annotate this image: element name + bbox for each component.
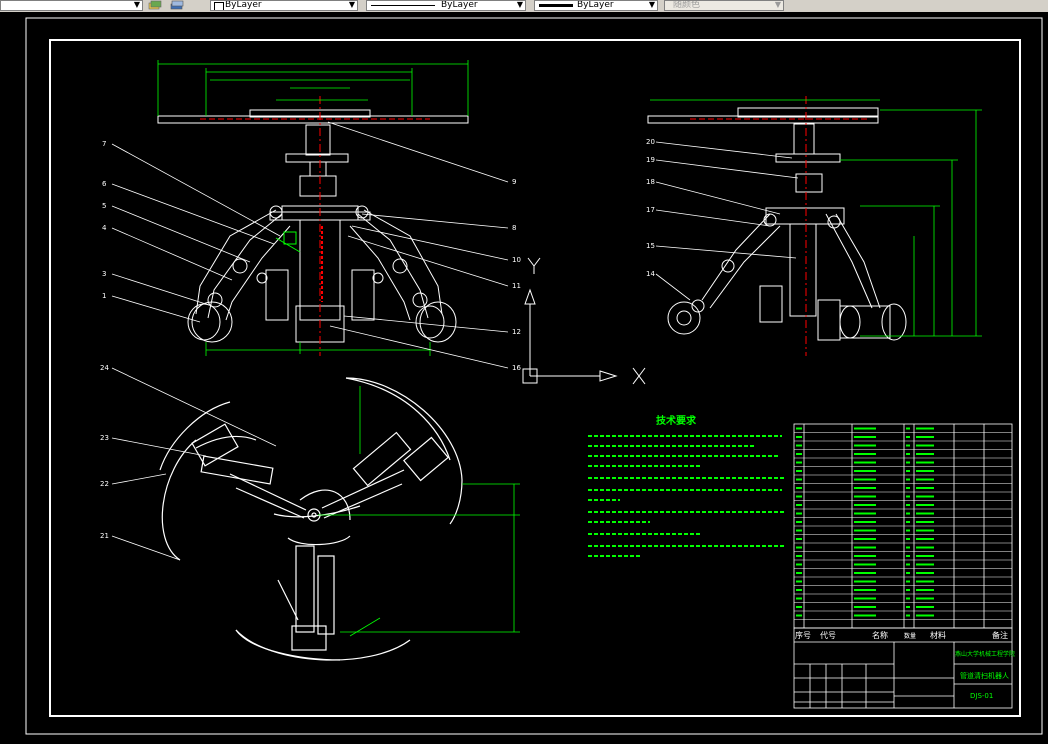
plotstyle-combo[interactable]: 随颜色 ▼: [664, 0, 784, 11]
front-view-dimensions: [157, 60, 469, 356]
parts-list-text: [796, 427, 934, 617]
chevron-down-icon: ▼: [774, 0, 781, 9]
callout-number: 14: [646, 270, 655, 278]
callout-number: 4: [102, 224, 107, 232]
callout-number: 16: [512, 364, 521, 372]
header-material: 材料: [930, 630, 946, 640]
callout-number: 24: [100, 364, 109, 372]
layer-previous-icon[interactable]: [170, 0, 184, 11]
chevron-down-icon: ▼: [516, 0, 523, 9]
chevron-down-icon: ▼: [348, 0, 355, 9]
drawing-canvas[interactable]: X Y 技术要求 序号 代号 名称 数量 材料 备注 燕山大学机械工程学院 管道…: [0, 12, 1048, 740]
callout-number: 3: [102, 270, 106, 278]
linetype-combo-value: ByLayer: [441, 0, 478, 10]
callout-number: 7: [102, 140, 106, 148]
school-name: 燕山大学机械工程学院: [955, 650, 1015, 658]
ucs-icon: [522, 257, 646, 385]
callout-number: 21: [100, 532, 109, 540]
lineweight-sample-icon: [539, 4, 573, 7]
callout-marks: 765431981011121620191817151424232221: [100, 138, 655, 540]
title-block-headers: 序号 代号 名称 数量 材料 备注: [795, 630, 1008, 640]
callout-number: 20: [646, 138, 655, 146]
callout-number: 8: [512, 224, 516, 232]
callout-number: 15: [646, 242, 655, 250]
callout-number: 19: [646, 156, 655, 164]
plotstyle-combo-value: 随颜色: [673, 0, 701, 10]
ucs-y-label: Y: [543, 265, 550, 275]
callout-number: 22: [100, 480, 109, 488]
front-view-leaders: [111, 121, 509, 369]
ucs-x-label: X: [652, 375, 658, 385]
top-view[interactable]: [159, 377, 463, 661]
callout-number: 9: [512, 178, 516, 186]
linetype-combo[interactable]: ByLayer ▼: [366, 0, 526, 11]
callout-number: 10: [512, 256, 521, 264]
header-code: 代号: [820, 630, 836, 640]
callout-number: 11: [512, 282, 521, 290]
chevron-down-icon: ▼: [133, 0, 140, 9]
drawing-svg: X Y 技术要求 序号 代号 名称 数量 材料 备注 燕山大学机械工程学院 管道…: [25, 17, 1043, 735]
color-combo[interactable]: ByLayer ▼: [210, 0, 358, 11]
header-seq: 序号: [795, 630, 811, 640]
callout-number: 17: [646, 206, 655, 214]
color-swatch-icon: [214, 2, 224, 10]
top-view-dimensions: [318, 386, 520, 637]
callout-number: 23: [100, 434, 109, 442]
callout-number: 1: [102, 292, 106, 300]
header-note: 备注: [992, 630, 1008, 640]
lineweight-combo-value: ByLayer: [577, 0, 614, 10]
color-combo-value: ByLayer: [225, 0, 262, 10]
lineweight-combo[interactable]: ByLayer ▼: [534, 0, 658, 11]
callout-number: 5: [102, 202, 106, 210]
drawing-number: DJS-01: [970, 692, 993, 700]
side-view[interactable]: [647, 96, 907, 356]
header-qty: 数量: [904, 632, 916, 640]
callout-number: 6: [102, 180, 107, 188]
linetype-sample-icon: [371, 5, 435, 6]
chevron-down-icon: ▼: [648, 0, 655, 9]
parts-list-rows: [794, 432, 1012, 620]
header-name: 名称: [872, 630, 888, 640]
title-block-labels: 燕山大学机械工程学院 管道清扫机器人 DJS-01: [955, 650, 1015, 700]
front-view[interactable]: [157, 96, 469, 356]
front-view-hatching: [275, 231, 301, 253]
layer-state-combo[interactable]: ▼: [0, 0, 143, 11]
side-view-leaders: [655, 141, 799, 301]
tech-requirements-title: 技术要求: [656, 414, 697, 427]
callout-number: 18: [646, 178, 655, 186]
technical-requirements: 技术要求: [588, 414, 784, 557]
callout-number: 12: [512, 328, 521, 336]
drawing-name: 管道清扫机器人: [960, 671, 1009, 680]
make-layer-current-icon[interactable]: [148, 0, 162, 11]
